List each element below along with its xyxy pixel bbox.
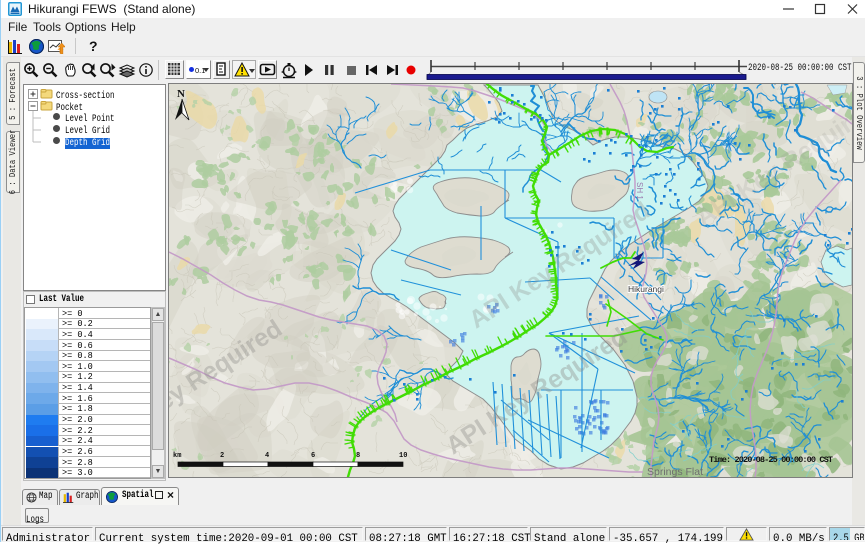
svg-text:2: 2: [220, 452, 224, 460]
svg-text:N: N: [177, 88, 185, 100]
svg-text:Springs Flat: Springs Flat: [647, 466, 703, 477]
svg-text:6: 6: [311, 452, 315, 460]
svg-text:SH 1: SH 1: [635, 182, 644, 200]
svg-text:4: 4: [265, 452, 269, 460]
svg-text:Hikurangi: Hikurangi: [628, 284, 664, 294]
svg-text:10: 10: [399, 452, 407, 460]
svg-text:km: km: [173, 452, 181, 460]
svg-text:Time: 2020-08-25 00:00:00 CST: Time: 2020-08-25 00:00:00 CST: [709, 455, 833, 465]
svg-text:8: 8: [356, 452, 360, 460]
